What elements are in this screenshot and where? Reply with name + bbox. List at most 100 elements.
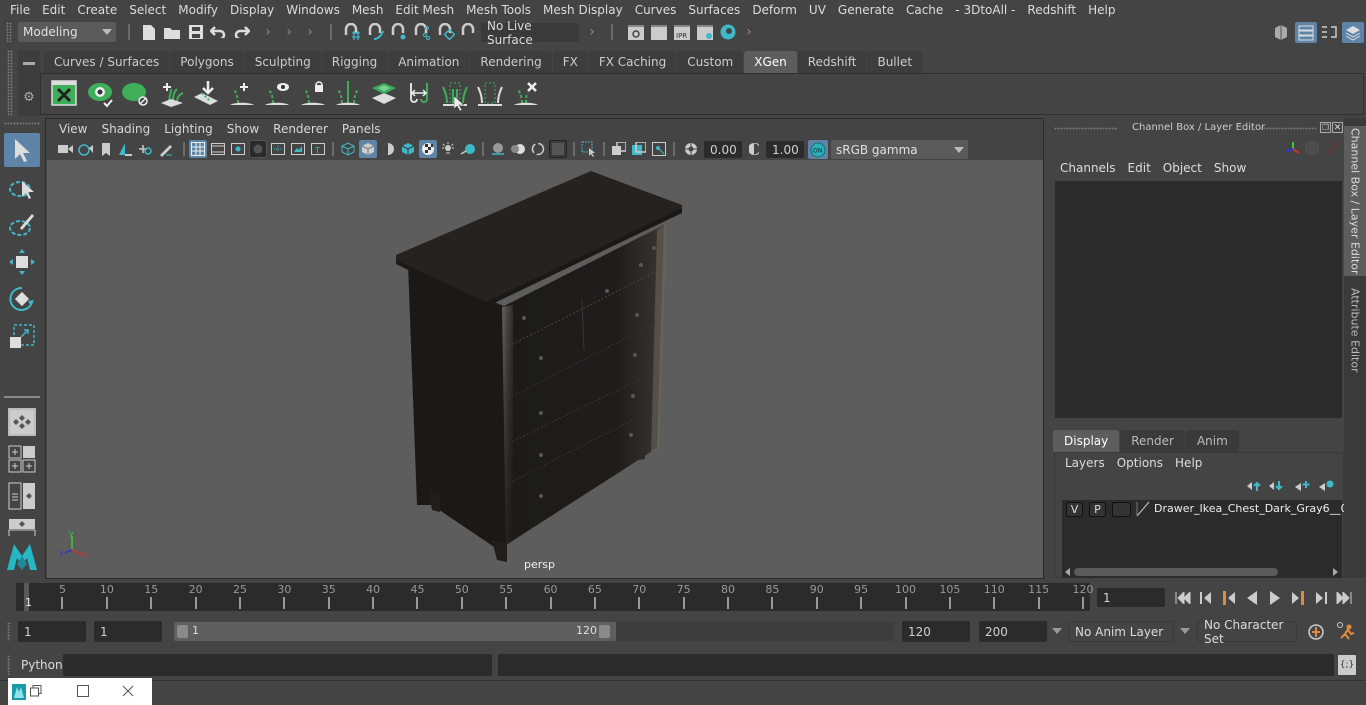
toggle-guide-icon[interactable] [262, 78, 292, 110]
film-gate-icon[interactable] [210, 141, 226, 157]
shelf-tab-rigging[interactable]: Rigging [321, 51, 388, 73]
camera-select-icon[interactable] [58, 141, 74, 157]
current-frame-field[interactable]: 1 [1097, 588, 1165, 607]
viewport-menu-shading[interactable]: Shading [94, 122, 157, 136]
menu-cache[interactable]: Cache [900, 3, 949, 17]
collapse-arrow-icon[interactable]: › [588, 24, 596, 40]
float-panel-icon[interactable]: ❐ [1320, 122, 1331, 133]
add-guide-icon[interactable] [227, 78, 257, 110]
resolution-gate-icon[interactable] [230, 141, 246, 157]
xgen-editor-icon[interactable] [49, 78, 79, 110]
collapse-arrow-icon[interactable]: › [306, 24, 314, 40]
speed-icon[interactable] [1305, 141, 1319, 155]
xgen-preview-icon[interactable] [85, 78, 115, 110]
live-surface-field[interactable]: No Live Surface [481, 19, 579, 47]
menu-curves[interactable]: Curves [629, 3, 683, 17]
step-forward-key-icon[interactable] [1289, 589, 1307, 606]
safe-action-icon[interactable] [290, 141, 306, 157]
anti-aliasing-icon[interactable] [530, 141, 546, 157]
playback-start-field[interactable]: 1 [94, 621, 162, 642]
xray-active-icon[interactable] [651, 141, 667, 157]
go-to-start-icon[interactable] [1174, 589, 1192, 606]
step-back-key-icon[interactable] [1220, 589, 1238, 606]
layer-menu-options[interactable]: Options [1111, 456, 1169, 474]
shelf-tab-fx-caching[interactable]: FX Caching [588, 51, 677, 73]
redo-icon[interactable] [233, 23, 251, 41]
shelf-tab-rendering[interactable]: Rendering [470, 51, 552, 73]
open-scene-icon[interactable] [163, 23, 181, 41]
shelf-tab-polygons[interactable]: Polygons [170, 51, 244, 73]
move-layer-up-icon[interactable] [1245, 478, 1263, 494]
menu-edit[interactable]: Edit [36, 3, 71, 17]
modeling-toolkit-icon[interactable] [1272, 23, 1290, 41]
3d-viewport[interactable]: persp y x z [47, 160, 1043, 578]
exposure-icon[interactable] [683, 141, 699, 157]
menu-3dtoall[interactable]: - 3DtoAll - [949, 3, 1021, 17]
new-scene-icon[interactable] [141, 23, 157, 41]
range-start-handle[interactable] [177, 625, 188, 638]
new-layer-selected-icon[interactable] [1317, 478, 1335, 494]
layer-playback-toggle[interactable]: P [1089, 502, 1106, 517]
channel-menu-show[interactable]: Show [1208, 161, 1252, 179]
select-tool-icon[interactable] [4, 133, 40, 167]
menu-mesh-display[interactable]: Mesh Display [537, 3, 629, 17]
field-chart-icon[interactable] [270, 141, 286, 157]
xray-icon[interactable] [611, 141, 627, 157]
image-plane-icon[interactable] [117, 141, 133, 157]
drag-handle[interactable] [4, 122, 40, 125]
wireframe-on-shaded-icon[interactable] [400, 141, 416, 157]
range-end-handle[interactable] [599, 625, 610, 638]
menu-help[interactable]: Help [1082, 3, 1121, 17]
lasso-tool-icon[interactable] [4, 172, 40, 206]
layer-row[interactable]: V P Drawer_Ikea_Chest_Dark_Gray6__001_ [1062, 500, 1366, 518]
scroll-right-icon[interactable] [1333, 568, 1338, 576]
layer-color-swatch[interactable] [1136, 501, 1150, 517]
hypershade-icon[interactable] [719, 23, 737, 41]
dresser-model[interactable] [47, 160, 1043, 578]
place-guides-icon[interactable] [191, 78, 221, 110]
viewport-menu-lighting[interactable]: Lighting [157, 122, 220, 136]
play-backwards-icon[interactable] [1243, 589, 1261, 606]
maya-app-icon[interactable] [11, 683, 27, 701]
paint-select-icon[interactable] [4, 208, 40, 242]
persp-graph-layout-icon[interactable] [8, 518, 36, 536]
isolate-select-icon[interactable] [581, 141, 597, 157]
2d-pan-zoom-icon[interactable] [137, 141, 153, 157]
render-view-icon[interactable] [627, 24, 645, 41]
animation-preferences-icon[interactable] [1334, 620, 1356, 642]
menu-modify[interactable]: Modify [172, 3, 224, 17]
auto-key-icon[interactable] [1306, 622, 1326, 642]
chevron-down-icon[interactable] [1052, 628, 1062, 634]
shelf-tab-custom[interactable]: Custom [677, 51, 744, 73]
ipr-render-icon[interactable]: IPR [673, 24, 691, 41]
drag-handle[interactable] [6, 22, 12, 42]
drag-handle[interactable] [1054, 127, 1118, 130]
time-slider[interactable]: 1 5 10 15 20 25 30 35 40 45 50 55 60 65 70 75 80 85 90 95 1… [16, 583, 1094, 611]
start-time-field[interactable]: 1 [18, 621, 86, 642]
shelf-tab-sculpting[interactable]: Sculpting [244, 51, 321, 73]
single-perspective-layout-icon[interactable] [8, 408, 36, 436]
go-to-end-icon[interactable] [1335, 589, 1353, 606]
side-tab-channel-box[interactable]: Channel Box / Layer Editor [1344, 126, 1366, 276]
render-settings-icon[interactable] [696, 24, 714, 41]
screen-space-ao-icon[interactable] [490, 141, 506, 157]
guide-mirror-icon[interactable] [404, 78, 434, 110]
viewport-menu-renderer[interactable]: Renderer [266, 122, 335, 136]
snap-magnet-icon[interactable] [460, 23, 478, 41]
play-forwards-icon[interactable] [1266, 589, 1284, 606]
render-frame-icon[interactable] [650, 24, 668, 41]
hyperbolic-icon[interactable] [1326, 141, 1340, 155]
range-slider[interactable]: 1 120 [174, 622, 616, 641]
menu-select[interactable]: Select [123, 3, 172, 17]
shelf-tab-redshift[interactable]: Redshift [797, 51, 867, 73]
menu-edit-mesh[interactable]: Edit Mesh [389, 3, 460, 17]
menu-display[interactable]: Display [224, 3, 280, 17]
menu-file[interactable]: File [4, 3, 36, 17]
scale-tool-icon[interactable] [4, 319, 40, 355]
xgen-hide-icon[interactable] [120, 78, 150, 110]
gamma-field[interactable]: 1.00 [766, 141, 804, 158]
xray-joints-icon[interactable] [631, 141, 647, 157]
exposure-field[interactable]: 0.00 [704, 141, 742, 158]
guide-bounds-icon[interactable] [475, 78, 505, 110]
undo-icon[interactable] [209, 23, 227, 41]
